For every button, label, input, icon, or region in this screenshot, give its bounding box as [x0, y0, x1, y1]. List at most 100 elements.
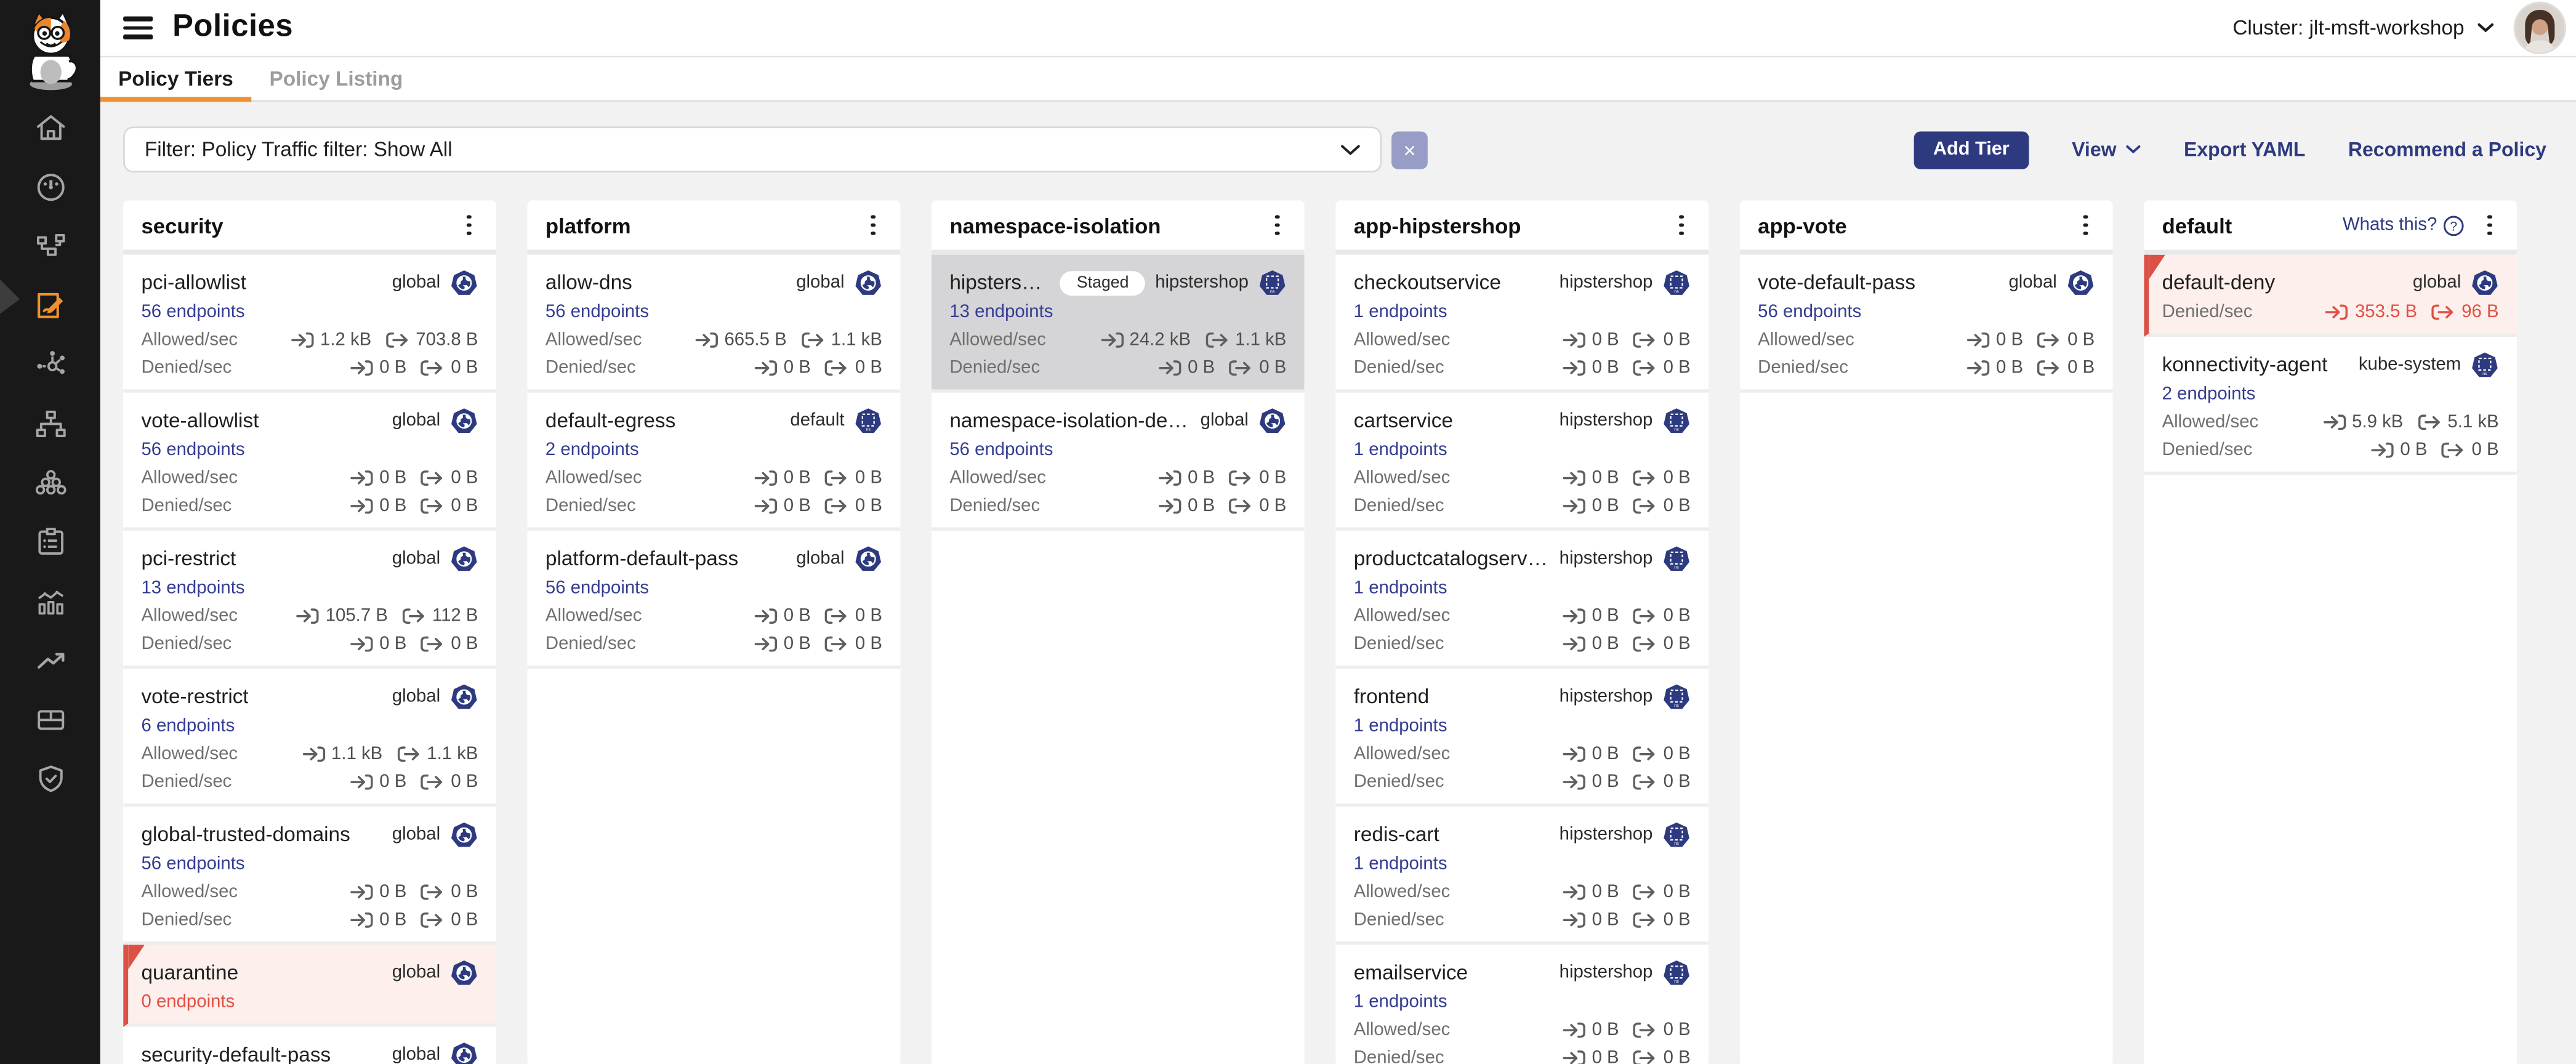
whats-this-link[interactable]: Whats this? ? — [2343, 214, 2465, 236]
policy-filter-dropdown[interactable]: Filter: Policy Traffic filter: Show All — [123, 126, 1382, 172]
policy-card[interactable]: vote-allowlist global 56 endpoints Allow… — [123, 393, 496, 531]
policy-card[interactable]: konnectivity-agent kube-system ns 2 endp… — [2144, 337, 2517, 475]
policy-card[interactable]: platform-default-pass global 56 endpoint… — [528, 531, 901, 669]
denied-per-sec-row: Denied/sec 0 B 0 B — [545, 353, 882, 381]
service-graph-icon[interactable] — [32, 228, 68, 265]
allowed-egress-value: 0 B — [1664, 743, 1691, 763]
network-flows-icon[interactable] — [32, 347, 68, 383]
view-dropdown[interactable]: View — [2072, 138, 2141, 161]
allowed-ingress-value: 0 B — [1592, 1020, 1619, 1039]
policy-scope-label: global — [1191, 411, 1249, 430]
ingress-arrow-icon — [1158, 359, 1181, 376]
endpoints-link[interactable]: 6 endpoints — [141, 715, 235, 735]
trends-icon[interactable] — [32, 642, 68, 679]
policy-scope-label: global — [382, 963, 440, 983]
allowed-per-sec-row: Allowed/sec 24.2 kB 1.1 kB — [949, 325, 1286, 353]
add-tier-button[interactable]: Add Tier — [1914, 131, 2029, 168]
policy-card[interactable]: hipstershop-gh… Staged hipstershop ns 13… — [932, 255, 1305, 393]
kebab-menu-icon[interactable] — [461, 208, 478, 242]
policy-card[interactable]: vote-restrict global 6 endpoints Allowed… — [123, 669, 496, 807]
egress-arrow-icon — [1230, 497, 1252, 514]
endpoints-sitemap-icon[interactable] — [32, 406, 68, 442]
endpoints-link[interactable]: 1 endpoints — [1354, 440, 1447, 459]
egress-arrow-icon — [1634, 745, 1657, 762]
policy-card[interactable]: frontend hipstershop ns 1 endpoints Allo… — [1335, 669, 1709, 807]
policy-card[interactable]: default-egress default ns 2 endpoints Al… — [528, 393, 901, 531]
endpoints-link[interactable]: 56 endpoints — [141, 853, 244, 873]
dashboard-gauge-icon[interactable] — [32, 169, 68, 206]
globe-icon — [450, 545, 478, 573]
denied-label: Denied/sec — [545, 357, 636, 377]
tab-policy-listing[interactable]: Policy Listing — [251, 57, 421, 100]
cluster-selector[interactable]: Cluster: jlt-msft-workshop — [2232, 17, 2493, 39]
endpoints-link[interactable]: 56 endpoints — [1758, 302, 1861, 321]
endpoints-link[interactable]: 1 endpoints — [1354, 302, 1447, 321]
threat-defense-shield-icon[interactable] — [32, 760, 68, 797]
endpoints-link[interactable]: 2 endpoints — [2162, 384, 2256, 403]
policy-card[interactable]: checkoutservice hipstershop ns 1 endpoin… — [1335, 255, 1709, 393]
kebab-menu-icon[interactable] — [1269, 208, 1286, 242]
policy-card[interactable]: pci-allowlist global 56 endpoints Allowe… — [123, 255, 496, 393]
endpoints-link[interactable]: 2 endpoints — [545, 440, 639, 459]
home-icon[interactable] — [32, 110, 68, 147]
policy-card[interactable]: pci-restrict global 13 endpoints Allowed… — [123, 531, 496, 669]
denied-label: Denied/sec — [545, 634, 636, 653]
hamburger-menu-icon[interactable] — [123, 17, 153, 39]
allowed-label: Allowed/sec — [1354, 467, 1451, 487]
allowed-per-sec-row: Allowed/sec 0 B 0 B — [545, 602, 882, 629]
inventory-tray-icon[interactable] — [32, 701, 68, 738]
endpoints-link[interactable]: 0 endpoints — [141, 991, 235, 1011]
compliance-clipboard-icon[interactable] — [32, 524, 68, 560]
endpoints-link[interactable]: 1 endpoints — [1354, 578, 1447, 597]
policy-card[interactable]: allow-dns global 56 endpoints Allowed/se… — [528, 255, 901, 393]
kebab-menu-icon[interactable] — [1673, 208, 1690, 242]
kebab-menu-icon[interactable] — [2077, 208, 2095, 242]
kebab-menu-icon[interactable] — [2481, 208, 2498, 242]
policy-scope-label: global — [382, 1045, 440, 1064]
policy-card[interactable]: redis-cart hipstershop ns 1 endpoints Al… — [1335, 807, 1709, 945]
denied-egress-value: 0 B — [1259, 357, 1286, 377]
kebab-menu-icon[interactable] — [865, 208, 882, 242]
policy-card[interactable]: cartservice hipstershop ns 1 endpoints A… — [1335, 393, 1709, 531]
policy-card[interactable]: productcatalogservice hipstershop ns 1 e… — [1335, 531, 1709, 669]
recommend-policy-button[interactable]: Recommend a Policy — [2348, 138, 2546, 161]
clear-filter-button[interactable]: × — [1391, 131, 1428, 168]
user-avatar[interactable] — [2514, 2, 2566, 54]
endpoints-link[interactable]: 56 endpoints — [545, 578, 649, 597]
export-yaml-button[interactable]: Export YAML — [2184, 138, 2306, 161]
endpoints-link[interactable]: 56 endpoints — [141, 302, 244, 321]
allowed-per-sec-row: Allowed/sec 0 B 0 B — [545, 463, 882, 491]
ingress-arrow-icon — [1563, 883, 1585, 900]
endpoints-link[interactable]: 1 endpoints — [1354, 715, 1447, 735]
policy-card[interactable]: global-trusted-domains global 56 endpoin… — [123, 807, 496, 945]
denied-ingress-value: 0 B — [379, 772, 406, 791]
endpoints-link[interactable]: 13 endpoints — [141, 578, 244, 597]
endpoints-link[interactable]: 56 endpoints — [141, 440, 244, 459]
policy-scope-label: hipstershop — [1550, 411, 1653, 430]
endpoints-link[interactable]: 56 endpoints — [949, 440, 1053, 459]
denied-egress-value: 96 B — [2461, 302, 2498, 321]
allowed-per-sec-row: Allowed/sec 0 B 0 B — [1354, 602, 1691, 629]
denied-ingress-value: 0 B — [1592, 357, 1619, 377]
endpoints-link[interactable]: 1 endpoints — [1354, 853, 1447, 873]
policy-scope-label: hipstershop — [1145, 273, 1249, 292]
endpoints-link[interactable]: 56 endpoints — [545, 302, 649, 321]
tab-policy-tiers[interactable]: Policy Tiers — [100, 57, 251, 100]
workloads-cluster-icon[interactable] — [32, 465, 68, 501]
policy-card[interactable]: security-default-pass global — [123, 1027, 496, 1064]
calico-cat-logo[interactable] — [0, 0, 100, 100]
policy-card[interactable]: default-deny global Denied/sec 353.5 B 9… — [2144, 255, 2517, 337]
policy-name: hipstershop-gh… — [949, 271, 1047, 294]
activity-stats-icon[interactable] — [32, 583, 68, 619]
egress-arrow-icon — [1634, 773, 1657, 789]
policy-card[interactable]: quarantine global 0 endpoints — [123, 945, 496, 1026]
allowed-label: Allowed/sec — [949, 329, 1046, 349]
policy-card[interactable]: emailservice hipstershop ns 1 endpoints … — [1335, 945, 1709, 1064]
egress-arrow-icon — [1634, 331, 1657, 348]
endpoints-link[interactable]: 1 endpoints — [1354, 991, 1447, 1011]
policies-icon[interactable] — [32, 288, 68, 324]
policy-card[interactable]: namespace-isolation-default-p… global 56… — [932, 393, 1305, 531]
policy-card[interactable]: vote-default-pass global 56 endpoints Al… — [1740, 255, 2113, 393]
endpoints-link[interactable]: 13 endpoints — [949, 302, 1053, 321]
svg-text:ns: ns — [1674, 426, 1679, 431]
